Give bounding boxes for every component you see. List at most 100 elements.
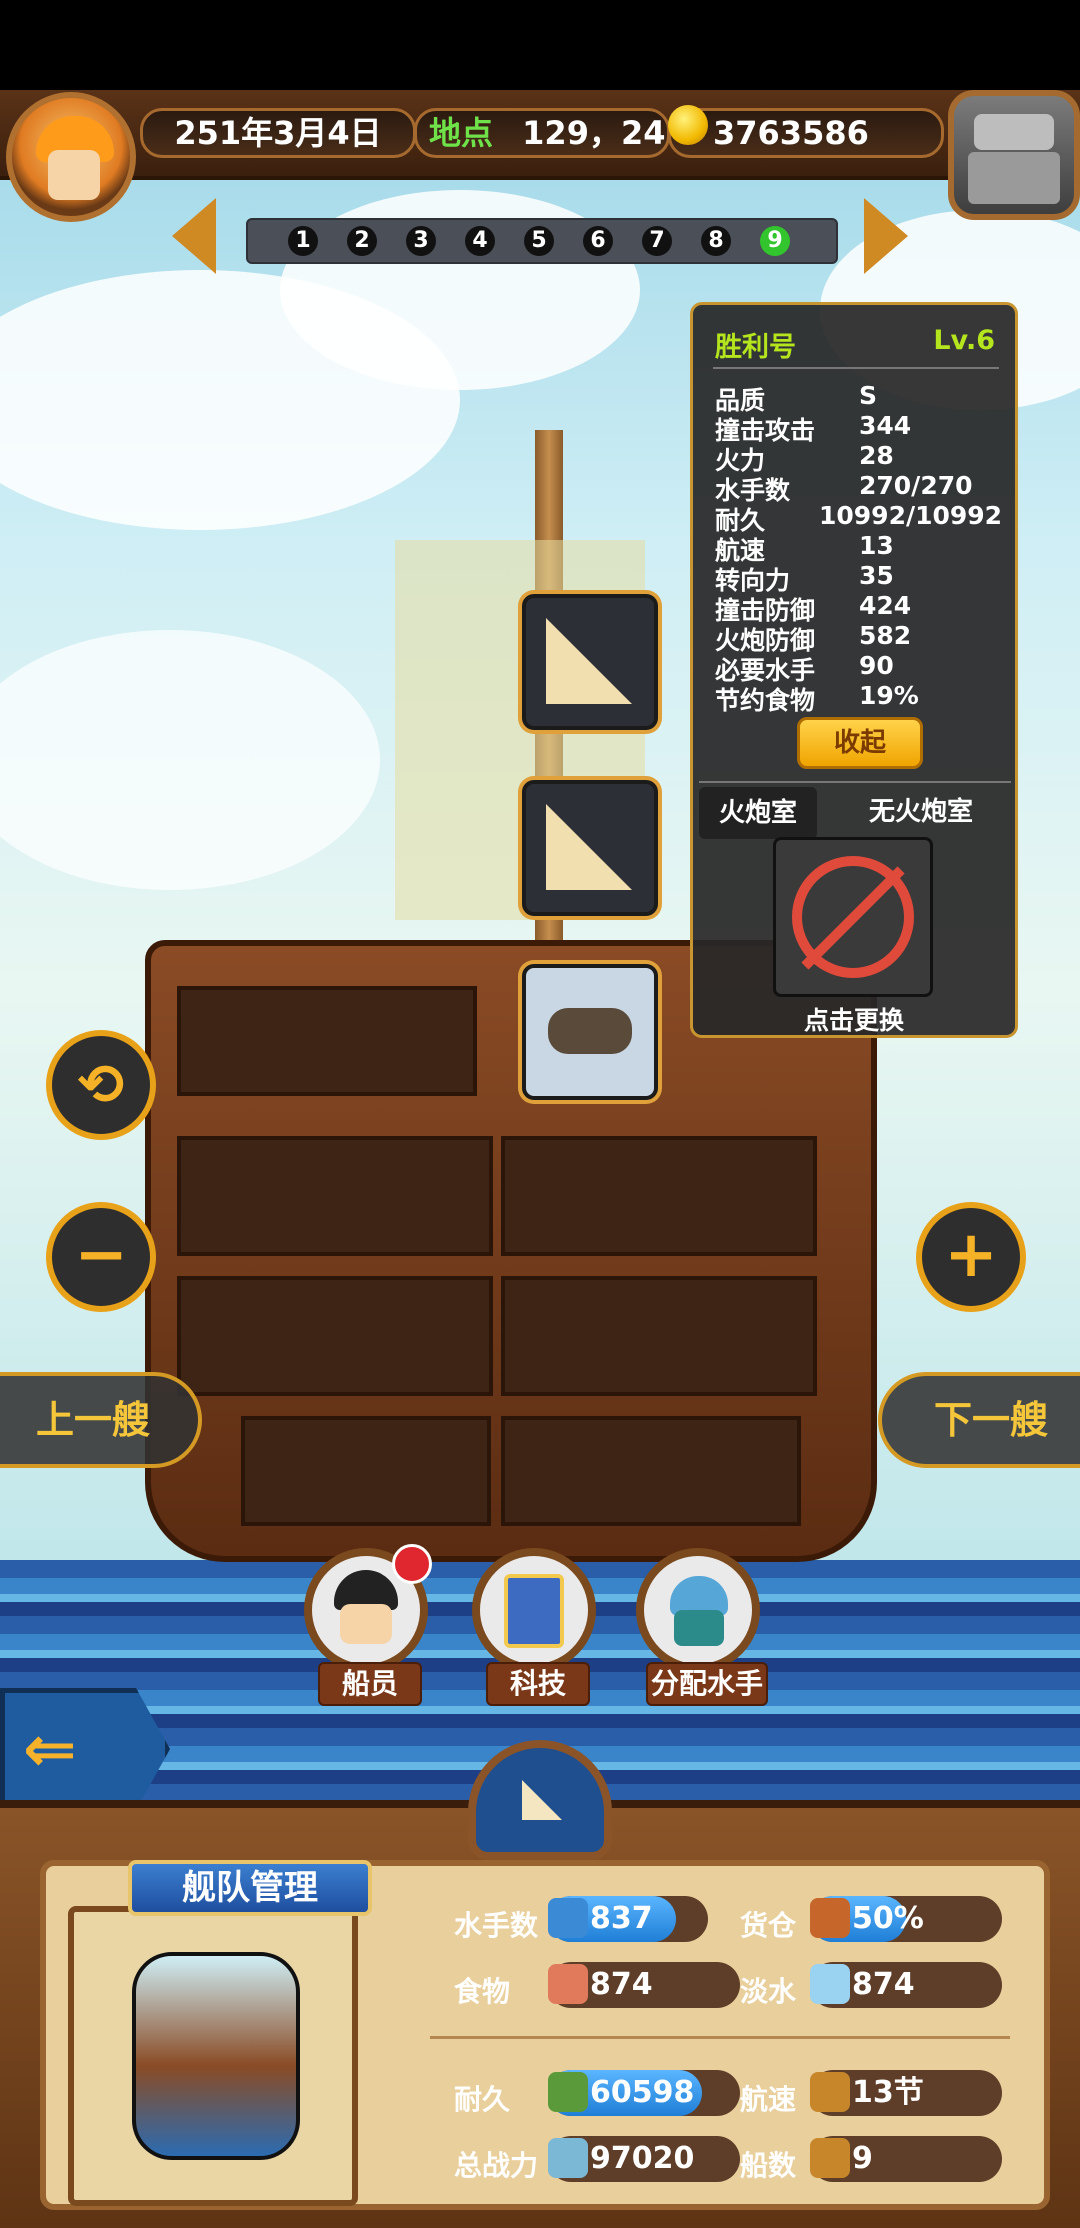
water-label: 淡水 [740,1975,797,2008]
captain-room[interactable] [177,986,477,1096]
gold-value: 3763586 [713,114,869,152]
stat-row: 火力 28 [715,441,1005,475]
cannon-room-tab[interactable]: 火炮室 [699,787,817,839]
ship-info-panel: 胜利号 Lv.6 品质 S 撞击攻击 344 火力 28 水手数 270/270 耐久 1… [690,302,1018,1038]
crew-menu-icon[interactable] [304,1544,432,1672]
date-display: 251年3月4日 [140,108,416,158]
speed-label: 航速 [740,2083,797,2116]
durability-value: 60598 [590,2075,695,2110]
page-8[interactable]: 8 [701,226,731,256]
cargo-label: 货仓 [740,1909,797,1942]
tech-label: 科技 [486,1662,590,1706]
location-value: 129，24 [522,114,666,152]
cargo-room-2[interactable] [501,1416,801,1526]
ship-page-selector: 1 2 3 4 5 6 7 8 9 [246,218,838,264]
ship-repair-icon [548,2072,588,2112]
back-button[interactable]: ⇐ [0,1688,170,1810]
crew-label: 船员 [318,1662,422,1706]
durability-label: 耐久 [454,2083,511,2116]
next-ship-button[interactable]: 下一艘 [878,1372,1080,1468]
no-cannon-room-text: 无火炮室 [869,797,974,827]
stat-value: 582 [859,621,912,650]
page-9[interactable]: 9 [760,226,790,256]
treasure-chest-icon[interactable] [948,90,1080,220]
ship-count-label: 船数 [740,2149,797,2182]
page-1[interactable]: 1 [288,226,318,256]
rotate-button[interactable]: ⟲ [46,1030,156,1140]
stat-row: 撞击攻击 344 [715,411,1005,445]
back-arrow-icon: ⇐ [23,1713,77,1787]
stat-row: 撞击防御 424 [715,591,1005,625]
sail-slot-2[interactable] [522,780,658,916]
stat-row: 必要水手 90 [715,651,1005,685]
ship-name: 胜利号 [715,332,796,363]
page-6[interactable]: 6 [583,226,613,256]
kitchen-room[interactable] [177,1276,493,1396]
prev-page-arrow-icon[interactable] [172,198,216,274]
page-3[interactable]: 3 [406,226,436,256]
fleet-divider [430,2036,1010,2039]
fleet-ship-image [132,1952,300,2160]
plus-icon: + [944,1218,998,1292]
rotate-icon: ⟲ [77,1053,125,1118]
sailor-icon [548,1898,588,1938]
notification-dot [392,1544,432,1584]
cannon-slot[interactable] [522,964,658,1100]
water-jug-icon [810,1964,850,2004]
crossed-swords-icon [548,2138,588,2178]
gold-coin-icon [668,105,708,145]
fleet-portrait [68,1906,358,2206]
stat-value: 28 [859,441,894,470]
food-value: 874 [590,1967,653,2002]
assign-sailors-menu-icon[interactable] [636,1548,760,1672]
sailors-label: 水手数 [454,1909,539,1942]
page-7[interactable]: 7 [642,226,672,256]
location-display: 地点 129，24 [414,108,670,158]
stat-value: 35 [859,561,894,590]
gold-display: 3763586 [668,108,944,158]
ship-count-value: 9 [852,2141,873,2176]
sailors-value: 837 [590,1901,653,1936]
stat-value: 270/270 [859,471,973,500]
stat-label: 节约食物 [715,686,816,715]
remove-button[interactable]: − [46,1202,156,1312]
stat-value: 10992/10992 [819,501,1003,530]
stat-value: 19% [859,681,919,710]
panel-divider [713,367,999,369]
replace-hint: 点击更换 [803,1006,904,1035]
stat-row: 火炮防御 582 [715,621,1005,655]
stat-value: 90 [859,651,894,680]
collapse-button[interactable]: 收起 [797,717,923,769]
stat-value: 424 [859,591,912,620]
stat-row: 转向力 35 [715,561,1005,595]
minus-icon: − [74,1218,128,1292]
crew-room-2[interactable] [501,1136,817,1256]
stat-row: 品质 S [715,381,1005,415]
page-4[interactable]: 4 [465,226,495,256]
add-button[interactable]: + [916,1202,1026,1312]
crate-icon [810,1898,850,1938]
sail-slot-1[interactable] [522,594,658,730]
date-text: 251年3月4日 [174,114,382,152]
next-page-arrow-icon[interactable] [864,198,908,274]
panel-divider [699,781,1011,783]
player-avatar[interactable] [6,92,136,222]
crew-room-1[interactable] [177,1136,493,1256]
cargo-room-1[interactable] [241,1416,491,1526]
no-cannon-icon[interactable] [773,837,933,997]
page-5[interactable]: 5 [524,226,554,256]
assign-sailors-label: 分配水手 [646,1662,768,1706]
total-power-label: 总战力 [454,2149,539,2182]
fleet-title: 舰队管理 [128,1860,372,1916]
page-2[interactable]: 2 [347,226,377,256]
meat-icon [548,1964,588,2004]
stat-value: S [859,381,878,410]
prev-ship-button[interactable]: 上一艘 [0,1372,202,1468]
crew-room-3[interactable] [501,1276,817,1396]
location-label: 地点 [429,114,494,152]
stat-row: 耐久 10992/10992 [715,501,1005,535]
sail-icon [810,2072,850,2112]
total-power-value: 97020 [590,2141,695,2176]
tech-menu-icon[interactable] [472,1548,596,1672]
stat-row: 水手数 270/270 [715,471,1005,505]
